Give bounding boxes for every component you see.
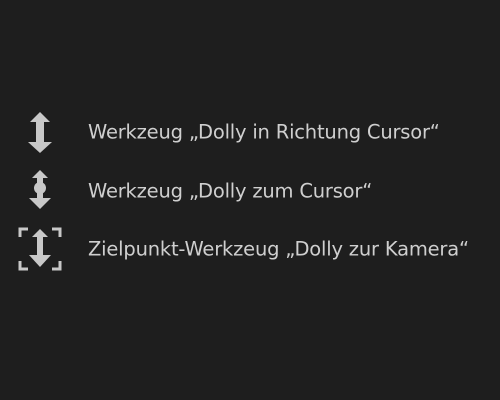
- dolly-to-camera-target-icon: [16, 227, 64, 271]
- dolly-tool-list: Werkzeug „Dolly in Richtung Cursor“ Werk…: [0, 0, 500, 400]
- tool-row-dolly-to-camera-target[interactable]: Zielpunkt-Werkzeug „Dolly zur Kamera“: [0, 227, 500, 271]
- dolly-with-cursor-icon: [16, 169, 64, 213]
- tool-label-dolly-to-cursor: Werkzeug „Dolly zum Cursor“: [88, 179, 373, 203]
- tool-label-dolly-to-camera-target: Zielpunkt-Werkzeug „Dolly zur Kamera“: [88, 237, 469, 261]
- tool-row-dolly-to-cursor[interactable]: Werkzeug „Dolly zum Cursor“: [0, 169, 500, 213]
- dolly-to-cursor-arrow-icon: [16, 110, 64, 154]
- tool-label-dolly-toward-cursor: Werkzeug „Dolly in Richtung Cursor“: [88, 120, 440, 144]
- tool-row-dolly-toward-cursor[interactable]: Werkzeug „Dolly in Richtung Cursor“: [0, 110, 500, 154]
